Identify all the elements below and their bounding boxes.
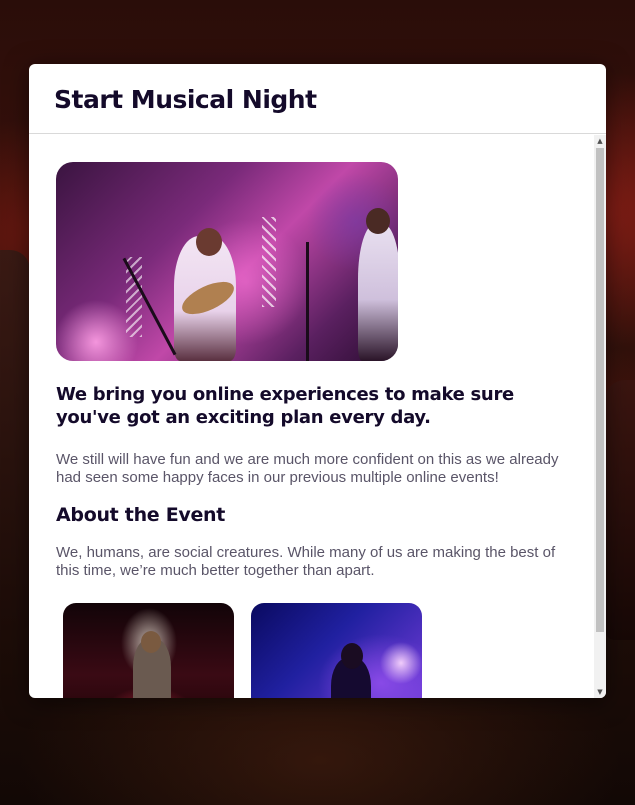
triangle-up-icon[interactable]: ▲ [594,135,606,147]
headline: We bring you online experiences to make … [56,384,514,428]
about-text: We, humans, are social creatures. While … [56,544,556,579]
hero-image [56,162,398,361]
event-gallery [56,603,567,698]
gallery-image-singer [251,603,422,698]
singer-head [196,228,222,256]
guitarist-head [366,208,390,234]
scrollbar-thumb[interactable] [596,148,604,632]
gallery-image-rapper [63,603,234,698]
performer-head [141,631,161,653]
modal-scrollbar[interactable]: ▲ ▼ [594,135,606,698]
about-heading: About the Event [56,504,226,526]
mic-stand [306,242,309,361]
background-figure-left [0,250,30,630]
performer-head [341,643,363,669]
modal-body[interactable]: We bring you online experiences to make … [29,135,594,698]
event-modal: Start Musical Night We bring you online … [29,64,606,698]
stage-truss [262,217,276,307]
modal-title: Start Musical Night [54,85,317,114]
modal-header: Start Musical Night [29,64,606,134]
triangle-down-icon[interactable]: ▼ [594,686,606,698]
guitarist-figure [358,224,398,361]
intro-text: We still will have fun and we are much m… [56,451,559,486]
background-figure-right [605,380,635,640]
